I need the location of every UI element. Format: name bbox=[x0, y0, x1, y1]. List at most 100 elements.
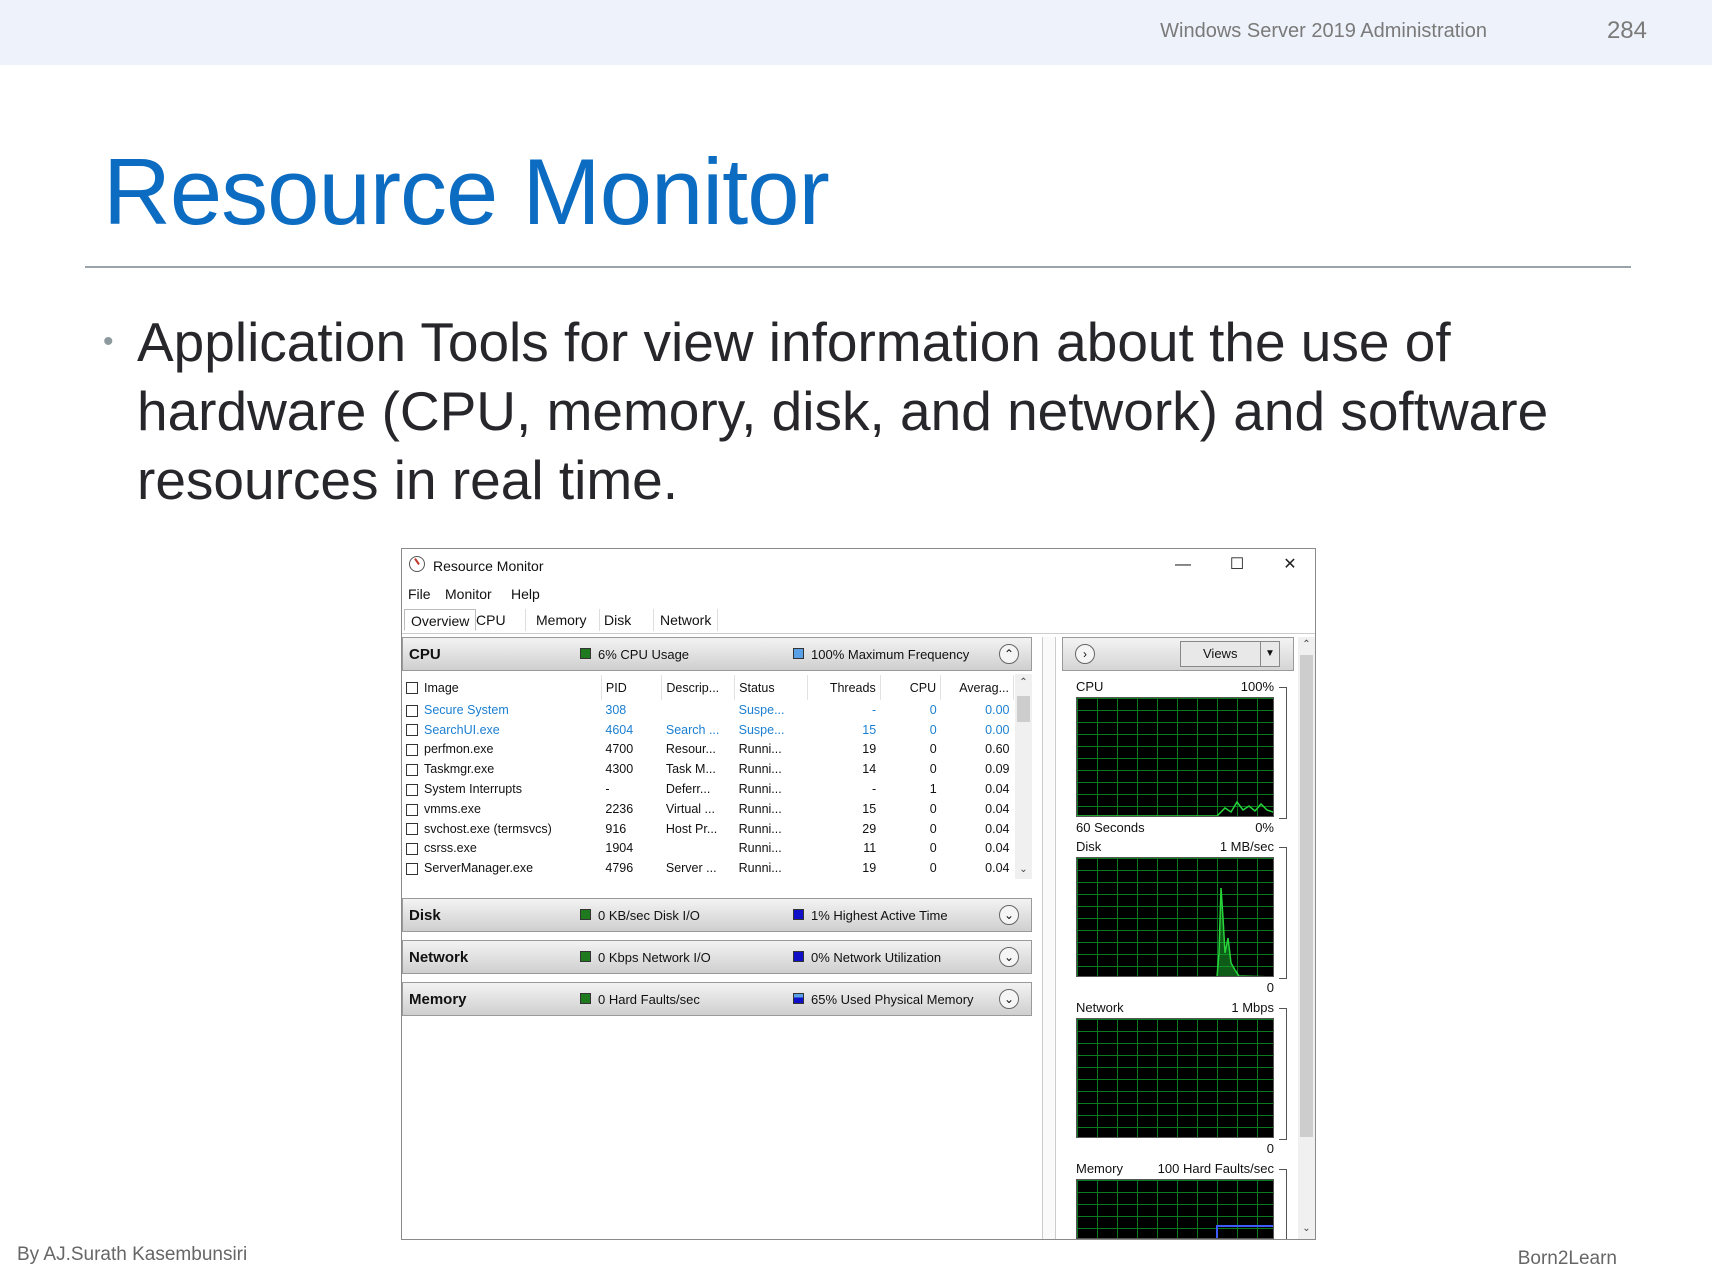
expand-chevron-icon[interactable]: ⌄ bbox=[999, 947, 1019, 967]
process-description: Virtual ... bbox=[665, 801, 715, 816]
close-icon[interactable]: ✕ bbox=[1270, 553, 1310, 577]
scroll-up-icon[interactable]: ⌃ bbox=[1298, 639, 1315, 650]
scroll-up-icon[interactable]: ⌃ bbox=[1015, 677, 1032, 688]
process-threads: 19 bbox=[862, 861, 877, 876]
table-row[interactable]: vmms.exe 2236 Virtual ... Runni... 15 0 0.04 bbox=[402, 799, 1014, 819]
process-pid: 4604 bbox=[605, 722, 634, 737]
tab-network[interactable]: Network bbox=[654, 609, 718, 631]
expand-chevron-icon[interactable]: ⌄ bbox=[999, 989, 1019, 1009]
column-pid[interactable]: PID bbox=[601, 675, 663, 700]
row-checkbox[interactable] bbox=[406, 862, 418, 875]
table-row[interactable]: svchost.exe (termsvcs) 916 Host Pr... Runni… bbox=[402, 819, 1014, 839]
row-checkbox[interactable] bbox=[406, 843, 418, 856]
column-threads[interactable]: Threads bbox=[807, 675, 881, 700]
row-checkbox[interactable] bbox=[406, 763, 418, 776]
cpu-section-header[interactable]: CPU 6% CPU Usage 100% Maximum Frequency … bbox=[402, 637, 1032, 671]
process-description: Resour... bbox=[665, 742, 716, 757]
memory-section-header[interactable]: Memory 0 Hard Faults/sec 65% Used Physic… bbox=[402, 982, 1032, 1016]
process-description: Task M... bbox=[665, 762, 716, 777]
cpu-graph-label: CPU bbox=[1076, 679, 1104, 694]
table-row[interactable]: ServerManager.exe 4796 Server ... Runni... 1… bbox=[402, 858, 1014, 878]
process-cpu: 0 bbox=[929, 821, 937, 836]
footer-brand: Born2Learn bbox=[1517, 1248, 1617, 1269]
network-graph-max: 1 Mbps bbox=[1231, 1000, 1274, 1015]
graph-time-label: 60 Seconds bbox=[1076, 820, 1145, 835]
views-dropdown[interactable]: Views ▼ bbox=[1180, 641, 1280, 667]
process-threads: - bbox=[872, 702, 877, 717]
scroll-down-icon[interactable]: ⌄ bbox=[1298, 1223, 1315, 1234]
memory-graph bbox=[1076, 1179, 1274, 1239]
cpu-frequency-label: 100% Maximum Frequency bbox=[811, 647, 970, 662]
row-checkbox[interactable] bbox=[406, 704, 418, 717]
tab-disk[interactable]: Disk bbox=[598, 609, 654, 631]
dropdown-arrow-icon[interactable]: ▼ bbox=[1260, 642, 1279, 666]
cpu-graph-min: 0% bbox=[1255, 820, 1274, 835]
network-utilization-label: 0% Network Utilization bbox=[811, 950, 942, 965]
column-image[interactable]: Image bbox=[402, 675, 602, 700]
column-description[interactable]: Descrip... bbox=[661, 675, 736, 700]
menu-monitor[interactable]: Monitor bbox=[445, 586, 492, 602]
tab-memory[interactable]: Memory bbox=[530, 609, 600, 631]
tab-cpu[interactable]: CPU bbox=[470, 609, 526, 631]
graphs-scrollbar[interactable]: ⌃ ⌄ bbox=[1298, 637, 1315, 1239]
cpu-graph bbox=[1076, 697, 1274, 817]
minimize-icon[interactable]: — bbox=[1163, 553, 1203, 577]
process-pid: 1904 bbox=[605, 841, 634, 856]
network-io-label: 0 Kbps Network I/O bbox=[598, 950, 711, 965]
table-row[interactable]: SearchUI.exe 4604 Search ... Suspe... 15 0 0.0… bbox=[402, 720, 1014, 740]
column-cpu[interactable]: CPU bbox=[880, 675, 942, 700]
process-image: System Interrupts bbox=[402, 779, 601, 799]
collapse-chevron-icon[interactable]: ⌃ bbox=[999, 644, 1019, 664]
table-row[interactable]: perfmon.exe 4700 Resour... Runni... 19 0 0.60 bbox=[402, 740, 1014, 760]
row-checkbox[interactable] bbox=[406, 803, 418, 816]
table-row[interactable]: System Interrupts - Deferr... Runni... -1 0.0… bbox=[402, 779, 1014, 799]
disk-io-label: 0 KB/sec Disk I/O bbox=[598, 908, 700, 923]
process-description: Server ... bbox=[665, 861, 717, 876]
scroll-thumb[interactable] bbox=[1017, 696, 1030, 722]
disk-graph-label: Disk bbox=[1076, 839, 1102, 854]
physical-memory-label: 65% Used Physical Memory bbox=[811, 992, 974, 1007]
row-checkbox[interactable] bbox=[406, 744, 418, 757]
process-average-cpu: 0.04 bbox=[985, 841, 1010, 856]
table-row[interactable]: Secure System 308 Suspe... - 0 0.00 bbox=[402, 700, 1014, 720]
memory-graph-plot bbox=[1216, 1225, 1273, 1238]
column-average-cpu[interactable]: Averag... bbox=[940, 675, 1014, 700]
cpu-usage-swatch bbox=[580, 648, 591, 659]
memory-graph-bracket bbox=[1279, 1169, 1287, 1239]
disk-section-header[interactable]: Disk 0 KB/sec Disk I/O 1% Highest Active… bbox=[402, 898, 1032, 932]
menu-file[interactable]: File bbox=[408, 586, 431, 602]
table-row[interactable]: csrss.exe 1904 Runni... 11 0 0.04 bbox=[402, 839, 1014, 859]
column-status[interactable]: Status bbox=[734, 675, 808, 700]
views-label: Views bbox=[1203, 646, 1238, 661]
pane-splitter[interactable] bbox=[1042, 637, 1056, 1239]
process-image: csrss.exe bbox=[402, 839, 601, 859]
menu-help[interactable]: Help bbox=[511, 586, 540, 602]
tab-overview[interactable]: Overview bbox=[404, 609, 477, 631]
process-pid: - bbox=[605, 782, 610, 797]
process-average-cpu: 0.00 bbox=[985, 722, 1010, 737]
chevron-right-icon[interactable]: › bbox=[1075, 644, 1095, 664]
row-checkbox[interactable] bbox=[406, 783, 418, 796]
table-row[interactable]: Taskmgr.exe 4300 Task M... Runni... 14 0 0.09 bbox=[402, 759, 1014, 779]
process-threads: 19 bbox=[862, 742, 877, 757]
scroll-thumb[interactable] bbox=[1300, 655, 1313, 1137]
process-threads: 29 bbox=[862, 821, 877, 836]
process-status: Suspe... bbox=[738, 722, 785, 737]
process-average-cpu: 0.04 bbox=[985, 801, 1010, 816]
process-average-cpu: 0.09 bbox=[985, 762, 1010, 777]
row-checkbox[interactable] bbox=[406, 724, 418, 737]
scroll-down-icon[interactable]: ⌄ bbox=[1015, 864, 1032, 875]
maximize-icon[interactable]: ☐ bbox=[1217, 553, 1257, 577]
expand-chevron-icon[interactable]: ⌄ bbox=[999, 905, 1019, 925]
network-section-title: Network bbox=[409, 949, 469, 966]
process-status: Runni... bbox=[738, 742, 782, 757]
process-threads: 14 bbox=[862, 762, 877, 777]
row-checkbox[interactable] bbox=[406, 823, 418, 836]
process-pid: 2236 bbox=[605, 801, 634, 816]
select-all-checkbox[interactable] bbox=[406, 682, 418, 695]
network-section-header[interactable]: Network 0 Kbps Network I/O 0% Network Ut… bbox=[402, 940, 1032, 974]
process-table-scrollbar[interactable]: ⌃ ⌄ bbox=[1015, 674, 1032, 879]
process-status: Runni... bbox=[738, 841, 782, 856]
title-divider bbox=[85, 266, 1631, 268]
process-pid: 308 bbox=[605, 702, 627, 717]
